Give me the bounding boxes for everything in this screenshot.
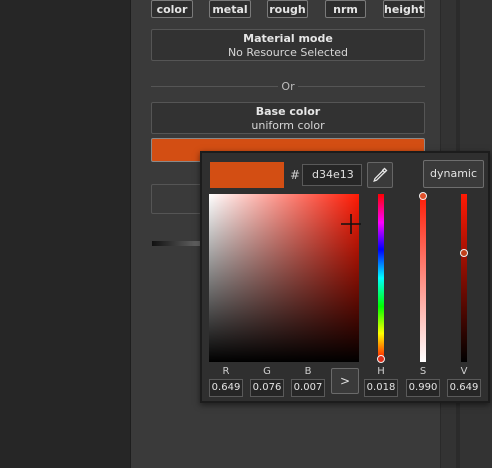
base-color-title: Base color (255, 105, 321, 118)
hidden-slider[interactable] (152, 241, 202, 246)
saturation-slider[interactable] (420, 194, 426, 362)
label-h: H (377, 366, 385, 377)
hue-slider[interactable] (378, 194, 384, 362)
value-slider-handle[interactable] (460, 249, 468, 257)
b-input[interactable]: 0.007 (291, 379, 325, 397)
h-input[interactable]: 0.018 (364, 379, 398, 397)
saturation-slider-handle[interactable] (419, 192, 427, 200)
color-picker-popup: # d34e13 dynamic R G B H S V 0.649 0.076… (200, 151, 490, 403)
s-input[interactable]: 0.990 (406, 379, 440, 397)
label-b: B (304, 366, 312, 377)
material-mode-selector[interactable]: Material mode No Resource Selected (151, 29, 425, 61)
base-color-selector[interactable]: Base color uniform color (151, 102, 425, 134)
eyedropper-icon (373, 167, 388, 183)
label-r: R (222, 366, 230, 377)
g-input[interactable]: 0.076 (250, 379, 284, 397)
channel-tab-rough[interactable]: rough (267, 0, 308, 18)
label-v: V (460, 366, 468, 377)
toggle-mode-button[interactable]: > (331, 368, 359, 394)
eyedropper-button[interactable] (367, 162, 393, 188)
divider-or: Or (278, 80, 298, 93)
dynamic-button[interactable]: dynamic (423, 160, 484, 188)
channel-tab-color[interactable]: color (151, 0, 193, 18)
saturation-value-area[interactable] (209, 194, 361, 362)
base-color-mode: uniform color (251, 119, 325, 132)
label-g: G (263, 366, 271, 377)
channel-tab-metal[interactable]: metal (209, 0, 251, 18)
hex-input[interactable]: d34e13 (302, 164, 362, 186)
value-slider[interactable] (461, 194, 467, 362)
hex-hash-label: # (290, 168, 301, 182)
r-input[interactable]: 0.649 (209, 379, 243, 397)
left-gutter (0, 0, 130, 468)
crosshair-icon (341, 214, 361, 234)
channel-tab-nrm[interactable]: nrm (325, 0, 366, 18)
channel-tab-height[interactable]: height (383, 0, 425, 18)
label-s: S (419, 366, 427, 377)
v-input[interactable]: 0.649 (447, 379, 481, 397)
material-mode-title: Material mode (243, 32, 333, 45)
hue-slider-handle[interactable] (377, 355, 385, 363)
material-mode-value: No Resource Selected (227, 46, 349, 59)
current-color-swatch (210, 162, 284, 188)
